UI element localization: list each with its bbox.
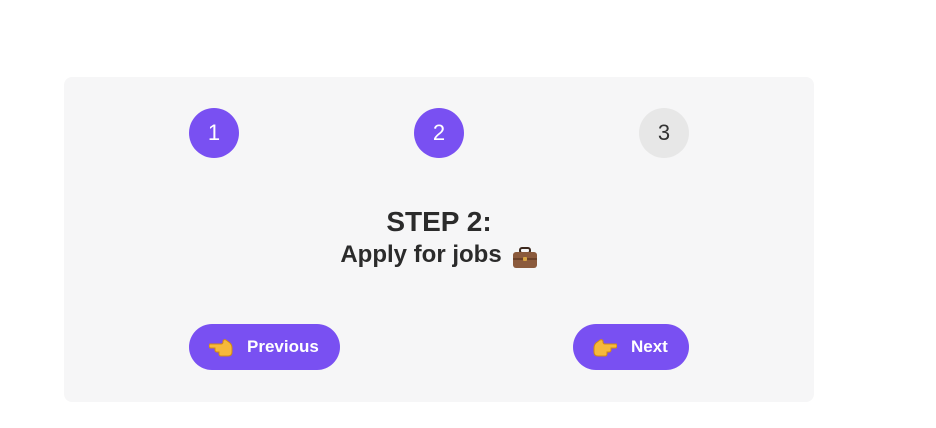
steps-card: 1 2 3 STEP 2: Apply for jobs Previous Ne… bbox=[64, 77, 814, 402]
step-indicator-3: 3 bbox=[639, 108, 689, 158]
step-indicator-1: 1 bbox=[189, 108, 239, 158]
step-message: STEP 2: Apply for jobs bbox=[64, 205, 814, 271]
step-subtitle: Apply for jobs bbox=[340, 241, 502, 268]
step-number: 3 bbox=[657, 120, 671, 145]
step-indicator-2: 2 bbox=[414, 108, 464, 158]
next-button-label: Next bbox=[631, 337, 668, 356]
step-title: STEP 2: bbox=[386, 206, 492, 237]
briefcase-icon bbox=[512, 246, 538, 268]
step-number: 2 bbox=[432, 120, 446, 145]
step-number: 1 bbox=[207, 120, 221, 145]
previous-button-label: Previous bbox=[247, 337, 319, 356]
hand-pointing-left-icon bbox=[208, 336, 233, 358]
previous-button[interactable]: Previous bbox=[189, 324, 340, 370]
next-button[interactable]: Next bbox=[573, 324, 689, 370]
hand-pointing-right-icon bbox=[593, 336, 618, 358]
step-subtitle-row: Apply for jobs bbox=[340, 239, 537, 271]
